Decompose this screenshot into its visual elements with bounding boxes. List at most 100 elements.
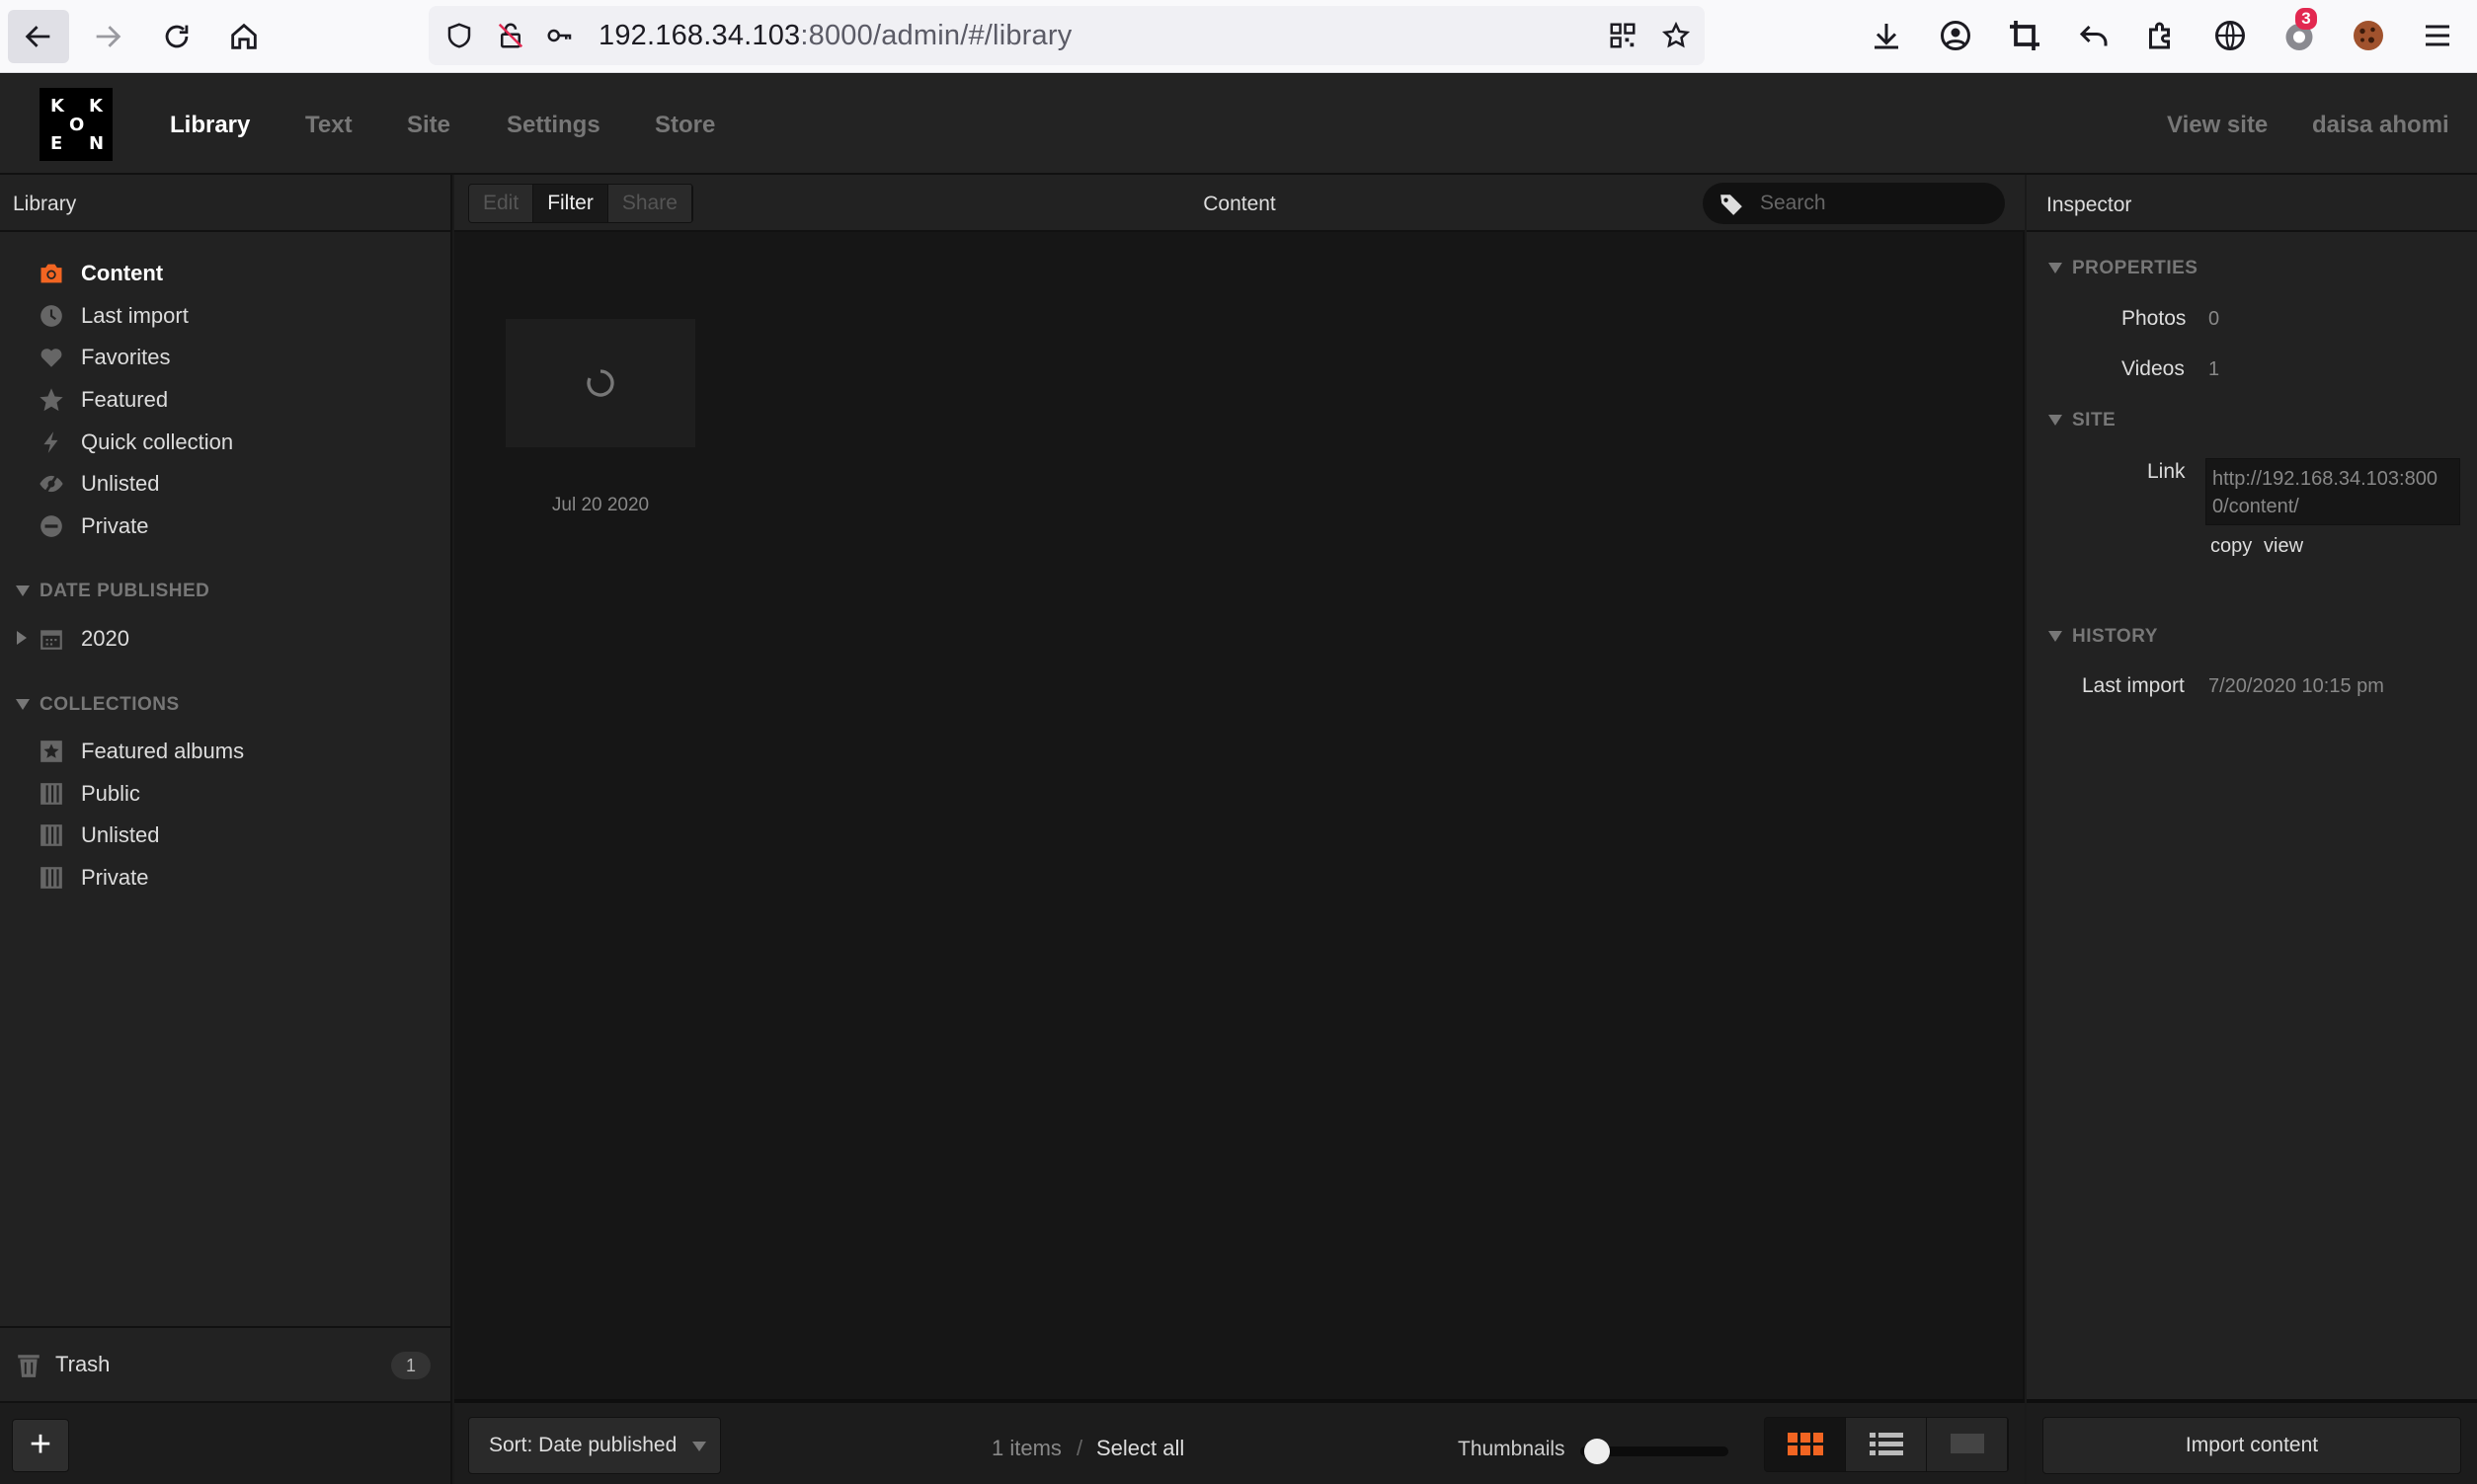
sidebar-item-private[interactable]: Private: [38, 508, 148, 544]
section-label: HISTORY: [2072, 626, 2158, 647]
url-text[interactable]: 192.168.34.103:8000/admin/#/library: [599, 20, 1072, 52]
footer-separator: /: [1077, 1436, 1083, 1460]
logo-letter: O: [69, 115, 85, 135]
trash-icon: [18, 1355, 40, 1377]
properties-section[interactable]: PROPERTIES: [2048, 258, 2197, 279]
sidebar-footer: +: [0, 1403, 452, 1484]
sidebar-item-featured[interactable]: Featured: [38, 382, 168, 418]
slider-handle[interactable]: [1584, 1439, 1610, 1464]
view-site-link[interactable]: View site: [2167, 112, 2268, 139]
nav-settings[interactable]: Settings: [507, 112, 600, 139]
sidebar-item-label: Quick collection: [81, 430, 234, 454]
site-section[interactable]: SITE: [2048, 410, 2116, 431]
cookie-icon[interactable]: [2351, 18, 2386, 53]
sidebar-item-private-albums[interactable]: Private: [38, 860, 148, 896]
logo-letter: E: [50, 133, 63, 154]
sidebar-item-label: Public: [81, 781, 140, 806]
select-all-link[interactable]: Select all: [1096, 1436, 1184, 1461]
collections-section[interactable]: COLLECTIONS: [16, 694, 180, 716]
history-section[interactable]: HISTORY: [2048, 626, 2158, 648]
home-button[interactable]: [213, 10, 275, 63]
search-input[interactable]: [1760, 186, 1995, 221]
date-published-section[interactable]: DATE PUBLISHED: [16, 581, 209, 602]
address-bar[interactable]: 192.168.34.103:8000/admin/#/library: [429, 6, 1705, 65]
content-thumbnail[interactable]: [506, 319, 695, 447]
tag-icon[interactable]: [1718, 192, 1744, 217]
sidebar-item-content[interactable]: Content: [38, 256, 163, 291]
copy-link-button[interactable]: copy: [2210, 535, 2252, 558]
nav-site[interactable]: Site: [407, 112, 450, 139]
single-view-button[interactable]: [1927, 1418, 2008, 1471]
camera-icon: [38, 260, 65, 287]
sort-dropdown[interactable]: Sort: Date published: [468, 1417, 721, 1474]
sidebar-item-last-import[interactable]: Last import: [38, 298, 189, 334]
collapse-triangle-icon: [2048, 631, 2062, 643]
photos-value: 0: [2208, 308, 2220, 330]
nav-text[interactable]: Text: [305, 112, 353, 139]
sidebar-item-label: Unlisted: [81, 822, 160, 847]
sidebar-item-unlisted-albums[interactable]: Unlisted: [38, 818, 159, 853]
section-label: PROPERTIES: [2072, 258, 2198, 278]
insecure-lock-icon[interactable]: [496, 21, 525, 50]
globe-extension-icon[interactable]: [2212, 18, 2248, 53]
trash-label: Trash: [55, 1352, 111, 1376]
sidebar-item-favorites[interactable]: Favorites: [38, 340, 170, 375]
plus-icon: +: [29, 1424, 52, 1465]
link-label: Link: [2147, 460, 2186, 483]
reload-button[interactable]: [146, 10, 207, 63]
site-link-field[interactable]: http://192.168.34.103:8000/content/: [2205, 458, 2460, 525]
trash-count-badge: 1: [391, 1352, 431, 1379]
album-icon: [38, 864, 65, 892]
crop-icon[interactable]: [2007, 18, 2042, 53]
sidebar-item-label: Favorites: [81, 345, 171, 369]
browser-toolbar: 192.168.34.103:8000/admin/#/library 3: [0, 0, 2477, 73]
user-menu[interactable]: daisa ahomi: [2312, 112, 2449, 139]
logo-letter: K: [50, 96, 64, 117]
sidebar-item-unlisted[interactable]: Unlisted: [38, 466, 159, 502]
videos-value: 1: [2208, 358, 2220, 380]
videos-label: Videos: [2121, 357, 2185, 380]
key-icon[interactable]: [545, 21, 575, 50]
view-link-button[interactable]: view: [2264, 535, 2303, 558]
sidebar-item-quick-collection[interactable]: Quick collection: [38, 425, 233, 460]
eye-slash-icon: [38, 470, 65, 498]
arrow-right-icon: [96, 26, 121, 47]
sidebar-item-label: 2020: [81, 626, 129, 651]
add-button[interactable]: +: [12, 1419, 69, 1472]
sidebar-item-featured-albums[interactable]: Featured albums: [38, 734, 244, 769]
list-view-icon: [1869, 1433, 1903, 1455]
items-count: 1 items: [992, 1436, 1062, 1460]
inspector-footer: Import content: [2027, 1399, 2477, 1484]
section-label: COLLECTIONS: [40, 694, 180, 715]
collapse-triangle-icon: [16, 699, 30, 711]
koken-logo[interactable]: K K O E N: [40, 88, 113, 161]
sidebar-item-label: Private: [81, 513, 149, 538]
bookmark-star-icon[interactable]: [1661, 21, 1691, 50]
menu-icon[interactable]: [2420, 18, 2455, 53]
grid-view-button[interactable]: [1765, 1418, 1846, 1471]
account-icon[interactable]: [1938, 18, 1973, 53]
logo-letter: N: [89, 133, 105, 154]
url-path: :8000/admin/#/library: [800, 20, 1073, 51]
qr-code-icon[interactable]: [1608, 21, 1638, 50]
inspector-panel: Inspector: [2027, 175, 2477, 1399]
extensions-puzzle-icon[interactable]: [2143, 18, 2179, 53]
collapse-triangle-icon: [2048, 263, 2062, 274]
loading-spinner-icon: [587, 369, 614, 397]
trash-item[interactable]: Trash 1: [0, 1326, 452, 1403]
import-content-button[interactable]: Import content: [2042, 1417, 2461, 1474]
sidebar-item-label: Unlisted: [81, 471, 160, 496]
expand-triangle-icon[interactable]: [17, 631, 27, 645]
forward-button[interactable]: [77, 10, 138, 63]
back-button[interactable]: [8, 10, 69, 63]
nav-library[interactable]: Library: [170, 112, 250, 139]
undo-icon[interactable]: [2076, 18, 2112, 53]
sidebar-item-label: Private: [81, 865, 149, 890]
list-view-button[interactable]: [1846, 1418, 1927, 1471]
nav-store[interactable]: Store: [655, 112, 715, 139]
download-icon[interactable]: [1869, 18, 1904, 53]
sidebar-item-public[interactable]: Public: [38, 776, 140, 812]
view-mode-toggle: [1764, 1417, 2009, 1472]
sidebar-item-year-2020[interactable]: 2020: [38, 621, 129, 657]
shield-icon[interactable]: [444, 21, 474, 50]
